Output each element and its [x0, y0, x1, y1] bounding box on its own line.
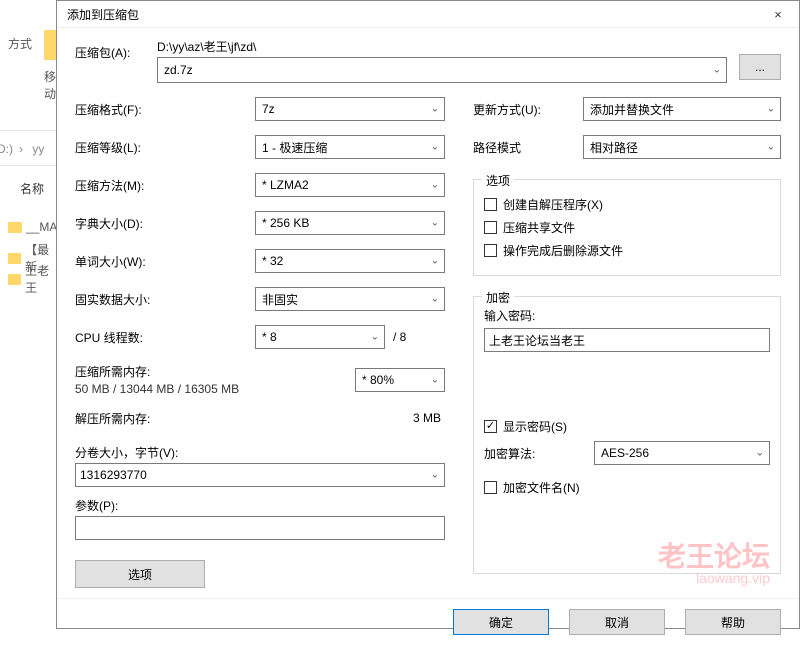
- cancel-button[interactable]: 取消: [569, 609, 665, 635]
- dialog-title: 添加到压缩包: [67, 6, 139, 23]
- archive-path: D:\yy\az\老王\jf\zd\: [157, 38, 727, 55]
- volume-input[interactable]: [75, 463, 445, 487]
- folder-icon: [8, 274, 21, 285]
- volume-combo[interactable]: ⌄: [75, 463, 445, 487]
- params-label: 参数(P):: [75, 497, 445, 514]
- compress-mem-label: 压缩所需内存:: [75, 363, 355, 380]
- solid-select[interactable]: 非固实 ⌄: [255, 287, 445, 311]
- share-checkbox[interactable]: [484, 221, 497, 234]
- password-label: 输入密码:: [484, 307, 770, 324]
- solid-label: 固实数据大小:: [75, 291, 255, 308]
- two-columns: 压缩格式(F): 7z ⌄ 压缩等级(L): 1 - 极速压缩 ⌄ 压缩方法(M…: [75, 97, 781, 588]
- format-select[interactable]: 7z ⌄: [255, 97, 445, 121]
- options-fieldset: 选项 创建自解压程序(X) 压缩共享文件 操作完成后删除源文件: [473, 179, 781, 276]
- bg-folder-row: __MA: [8, 220, 57, 234]
- delete-after-checkbox[interactable]: [484, 244, 497, 257]
- pathmode-select[interactable]: 相对路径 ⌄: [583, 135, 781, 159]
- bg-separator-2: [0, 165, 59, 166]
- bg-separator: [0, 130, 59, 131]
- decompress-mem-value: 3 MB: [196, 411, 445, 425]
- word-label: 单词大小(W):: [75, 253, 255, 270]
- method-label: 压缩方法(M):: [75, 177, 255, 194]
- background-explorer: 方式 移动 (D:)› yy 名称 __MA 【最新 上老王: [0, 0, 60, 629]
- browse-label: ...: [755, 60, 765, 74]
- show-password-label: 显示密码(S): [503, 418, 567, 435]
- show-password-checkbox[interactable]: [484, 420, 497, 433]
- bg-folder-row: 上老王: [8, 262, 59, 296]
- cpu-total: / 8: [393, 330, 406, 344]
- right-column: 更新方式(U): 添加并替换文件 ⌄ 路径模式 相对路径 ⌄ 选项: [473, 97, 781, 588]
- footer-buttons: 确定 取消 帮助: [57, 598, 799, 649]
- level-label: 压缩等级(L):: [75, 139, 255, 156]
- dict-select[interactable]: * 256 KB ⌄: [255, 211, 445, 235]
- enc-method-select[interactable]: AES-256 ⌄: [594, 441, 770, 465]
- volume-label: 分卷大小，字节(V):: [75, 444, 445, 461]
- options-legend: 选项: [482, 172, 514, 189]
- ok-button[interactable]: 确定: [453, 609, 549, 635]
- sfx-checkbox[interactable]: [484, 198, 497, 211]
- left-column: 压缩格式(F): 7z ⌄ 压缩等级(L): 1 - 极速压缩 ⌄ 压缩方法(M…: [75, 97, 445, 588]
- compress-mem-value: 50 MB / 13044 MB / 16305 MB: [75, 382, 355, 396]
- encryption-fieldset: 加密 输入密码: 显示密码(S) 加密算法: AES-256 ⌄: [473, 296, 781, 574]
- params-input[interactable]: [75, 516, 445, 540]
- password-input[interactable]: [484, 328, 770, 352]
- encrypt-filenames-checkbox[interactable]: [484, 481, 497, 494]
- sfx-label: 创建自解压程序(X): [503, 196, 603, 213]
- help-button[interactable]: 帮助: [685, 609, 781, 635]
- method-select[interactable]: * LZMA2 ⌄: [255, 173, 445, 197]
- bg-breadcrumb: (D:)› yy: [0, 142, 47, 156]
- cpu-label: CPU 线程数:: [75, 329, 255, 346]
- encryption-legend: 加密: [482, 289, 514, 306]
- titlebar: 添加到压缩包 ×: [57, 1, 799, 28]
- format-label: 压缩格式(F):: [75, 101, 255, 118]
- mem-percent-select[interactable]: * 80% ⌄: [355, 368, 445, 392]
- enc-method-label: 加密算法:: [484, 445, 594, 462]
- encrypt-filenames-label: 加密文件名(N): [503, 479, 580, 496]
- browse-button[interactable]: ...: [739, 54, 781, 80]
- bg-name-header: 名称: [20, 180, 44, 197]
- update-select[interactable]: 添加并替换文件 ⌄: [583, 97, 781, 121]
- archive-row: 压缩包(A): D:\yy\az\老王\jf\zd\ ⌄ ...: [75, 38, 781, 83]
- word-select[interactable]: * 32 ⌄: [255, 249, 445, 273]
- archive-label: 压缩包(A):: [75, 38, 145, 61]
- bg-format-label: 方式: [8, 35, 32, 52]
- close-button[interactable]: ×: [765, 1, 791, 27]
- dialog-body: 压缩包(A): D:\yy\az\老王\jf\zd\ ⌄ ... 压缩格式(F)…: [57, 28, 799, 598]
- pathmode-label: 路径模式: [473, 139, 583, 156]
- update-label: 更新方式(U):: [473, 101, 583, 118]
- decompress-mem-label: 解压所需内存:: [75, 410, 196, 427]
- cpu-select[interactable]: * 8 ⌄: [255, 325, 385, 349]
- add-to-archive-dialog: 添加到压缩包 × 压缩包(A): D:\yy\az\老王\jf\zd\ ⌄ ..…: [56, 0, 800, 629]
- delete-after-label: 操作完成后删除源文件: [503, 242, 623, 259]
- close-icon: ×: [774, 7, 782, 22]
- options-button[interactable]: 选项: [75, 560, 205, 588]
- dict-label: 字典大小(D):: [75, 215, 255, 232]
- level-select[interactable]: 1 - 极速压缩 ⌄: [255, 135, 445, 159]
- folder-icon: [8, 222, 22, 233]
- archive-name-input[interactable]: [157, 57, 727, 83]
- share-label: 压缩共享文件: [503, 219, 575, 236]
